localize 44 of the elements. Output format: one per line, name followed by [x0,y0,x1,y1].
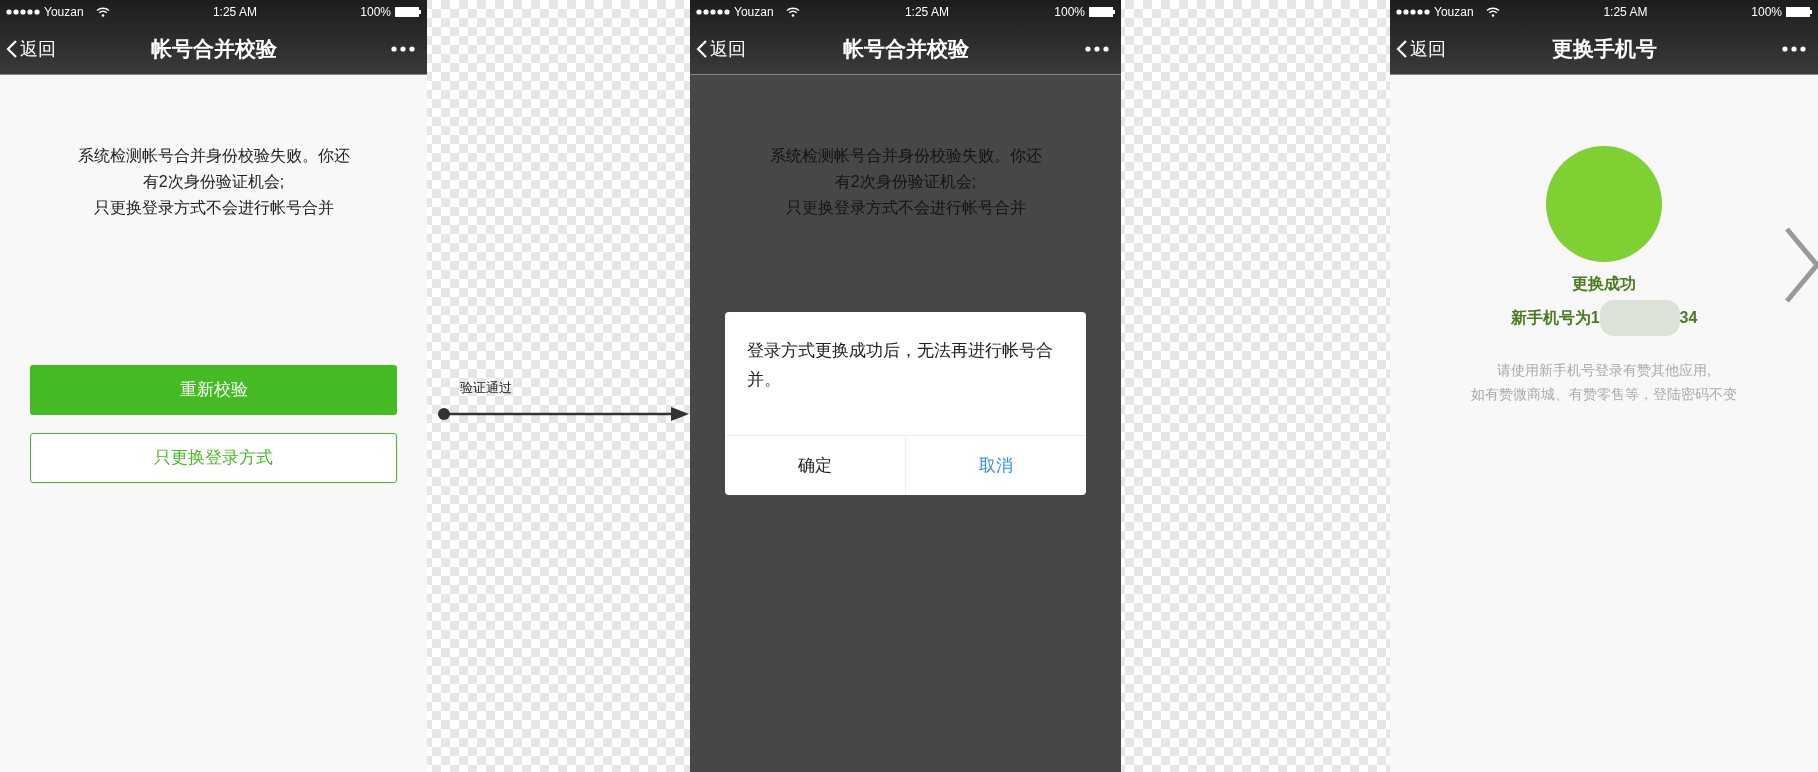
next-chevron-icon[interactable] [1784,226,1818,304]
connector-label: 验证通过 [460,379,512,397]
wifi-icon [95,7,110,17]
carrier-name: Youzan [44,4,84,21]
status-time: 1:25 AM [904,4,949,21]
status-time: 1:25 AM [212,4,257,21]
battery-percent: 100% [1751,4,1782,21]
battery-icon [395,7,421,17]
signal-icon [6,9,40,15]
phone-suffix: 34 [1679,308,1698,328]
signal-icon [696,9,730,15]
more-icon[interactable] [391,46,415,52]
signal-icon [1396,9,1430,15]
hint-text: 请使用新手机号登录有赞其他应用, [1497,361,1711,380]
success-circle-icon [1546,146,1662,262]
dialog-text: 登录方式更换成功后，无法再进行帐号合并。 [746,340,1054,391]
back-chevron-icon [6,39,18,59]
page-title: 帐号合并校验 [842,36,969,63]
back-button[interactable]: 返回 [6,35,56,63]
wifi-icon [1485,7,1500,17]
back-chevron-icon [1396,39,1408,59]
message-text: 只更换登录方式不会进行帐号合并 [93,198,334,218]
dialog-button[interactable]: 确定 [725,436,905,495]
message-text: 有2次身份验证机会; [142,172,285,192]
battery-icon [1786,7,1812,17]
battery-percent: 100% [360,4,391,21]
carrier-name: Youzan [1434,4,1474,21]
success-title: 更换成功 [1572,274,1636,294]
more-icon[interactable] [1782,46,1806,52]
status-time: 1:25 AM [1603,4,1648,21]
more-icon[interactable] [1085,46,1109,52]
back-button[interactable]: 返回 [1396,35,1446,63]
battery-icon [1089,7,1115,17]
carrier-name: Youzan [734,4,774,21]
back-chevron-icon [696,39,708,59]
back-button[interactable]: 返回 [696,35,746,63]
dialog-button[interactable]: 取消 [905,436,1086,495]
battery-percent: 100% [1054,4,1085,21]
page-title: 帐号合并校验 [150,36,277,63]
phone-prefix: 新手机号为1 [1510,308,1600,328]
hint-text: 如有赞微商城、有赞零售等，登陆密码不变 [1471,385,1737,404]
wifi-icon [785,7,800,17]
message-text: 系统检测帐号合并身份校验失败。你还 [77,146,350,166]
page-title: 更换手机号 [1551,36,1657,63]
